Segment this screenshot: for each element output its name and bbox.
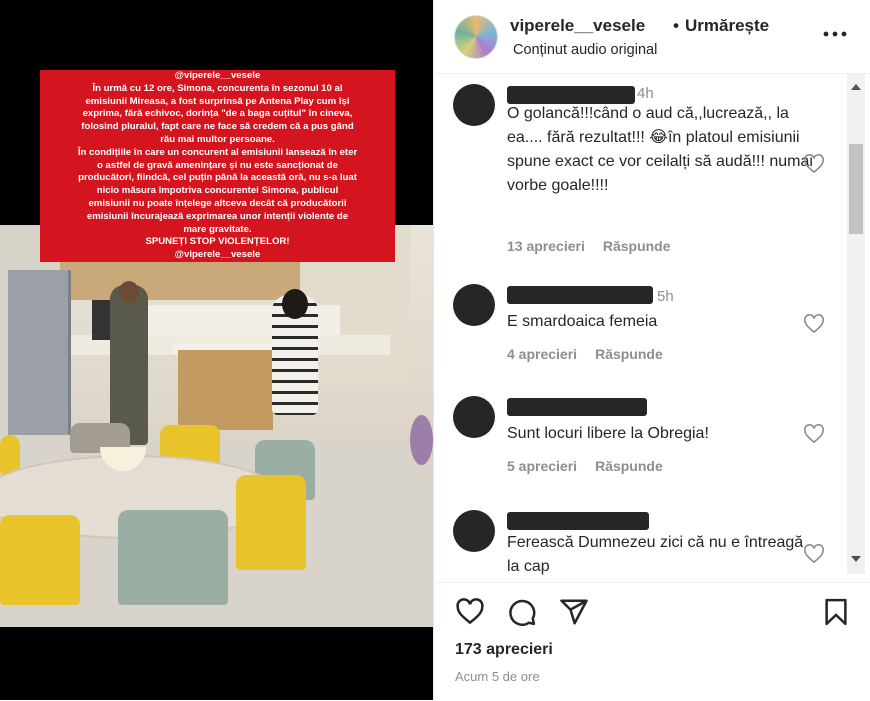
comments-scrollbar[interactable] bbox=[847, 74, 865, 574]
commenter-avatar[interactable] bbox=[453, 284, 495, 326]
post-timestamp[interactable]: Acum 5 de ore bbox=[455, 669, 540, 684]
scroll-down-icon[interactable] bbox=[851, 556, 861, 562]
caption-line: nicio măsura împotriva concurentei Simon… bbox=[94, 185, 341, 197]
caption-line: În condițiile în care un concurent al em… bbox=[75, 146, 360, 158]
likes-count[interactable]: 173 aprecieri bbox=[455, 641, 553, 659]
commenter-name-redacted[interactable] bbox=[507, 398, 647, 416]
author-avatar[interactable] bbox=[454, 15, 498, 59]
commenter-avatar[interactable] bbox=[453, 396, 495, 438]
more-icon[interactable] bbox=[821, 24, 849, 44]
reply-button[interactable]: Răspunde bbox=[595, 346, 663, 362]
like-comment-icon[interactable] bbox=[803, 154, 825, 174]
comment-text: E smardoaica femeia bbox=[507, 313, 658, 330]
reply-button[interactable]: Răspunde bbox=[595, 458, 663, 474]
comment-time: 5h bbox=[657, 288, 674, 305]
comment-likes[interactable]: 4 aprecieri bbox=[507, 346, 577, 362]
caption-line: producători, fiindcă, cel puțin până la … bbox=[76, 172, 359, 184]
post-caption-overlay: @viperele__vesele În urmă cu 12 ore, Sim… bbox=[40, 70, 395, 262]
like-comment-icon[interactable] bbox=[803, 424, 825, 444]
scroll-up-icon[interactable] bbox=[851, 84, 861, 90]
commenter-name-redacted[interactable] bbox=[507, 512, 649, 530]
comment-likes[interactable]: 5 aprecieri bbox=[507, 458, 577, 474]
post-media[interactable]: @viperele__vesele În urmă cu 12 ore, Sim… bbox=[0, 0, 433, 700]
video-frame bbox=[0, 225, 433, 627]
comment-meta: 5 aprecieri Răspunde bbox=[507, 458, 663, 474]
post-header: viperele__vesele • Urmărește Conținut au… bbox=[433, 0, 870, 74]
commenter-name-redacted[interactable] bbox=[507, 286, 653, 304]
share-icon[interactable] bbox=[559, 597, 589, 627]
comment-text: Sunt locuri libere la Obregia! bbox=[507, 425, 709, 442]
comment-text: Ferească Dumnezeu zici că nu e întreagă … bbox=[507, 534, 804, 575]
comment-time: 4h bbox=[637, 85, 654, 102]
audio-label[interactable]: Conținut audio original bbox=[513, 42, 657, 58]
comment-text: O golancă!!!când o aud că,,lucrează,, la… bbox=[507, 105, 813, 194]
comment-likes[interactable]: 13 aprecieri bbox=[507, 238, 585, 254]
comment-icon[interactable] bbox=[507, 597, 537, 627]
caption-line: exprima, fără echivoc, dorința "de a bag… bbox=[80, 108, 355, 120]
caption-line: rău mai multor persoane. bbox=[158, 133, 277, 145]
caption-line: mare gravitate. bbox=[181, 223, 254, 235]
post-actions: 173 aprecieri Acum 5 de ore bbox=[433, 582, 870, 701]
caption-line: SPUNEȚI STOP VIOLENȚELOR! bbox=[143, 236, 292, 248]
caption-line: @viperele__vesele bbox=[172, 70, 263, 81]
caption-line: emisiunii Mireasa, a fost surprinsă pe A… bbox=[83, 95, 352, 107]
caption-line: emisiunii nu poate înțelege altceva decâ… bbox=[86, 197, 349, 209]
caption-line: În urmă cu 12 ore, Simona, concurenta în… bbox=[90, 82, 345, 94]
reply-button[interactable]: Răspunde bbox=[603, 238, 671, 254]
heart-icon[interactable] bbox=[455, 597, 485, 627]
separator-dot: • bbox=[673, 16, 679, 35]
comment-meta: 4 aprecieri Răspunde bbox=[507, 346, 663, 362]
like-comment-icon[interactable] bbox=[803, 314, 825, 334]
comment-meta: 13 aprecieri Răspunde bbox=[507, 238, 671, 254]
post-sidebar: viperele__vesele • Urmărește Conținut au… bbox=[433, 0, 870, 700]
comments-list[interactable]: 4h O golancă!!!când o aud că,,lucrează,,… bbox=[433, 74, 870, 582]
caption-line: folosind pluralul, fapt care ne face să … bbox=[79, 121, 356, 133]
author-username[interactable]: viperele__vesele bbox=[510, 16, 645, 36]
follow-button[interactable]: Urmărește bbox=[685, 16, 769, 36]
commenter-avatar[interactable] bbox=[453, 84, 495, 126]
bookmark-icon[interactable] bbox=[821, 597, 851, 627]
scroll-thumb[interactable] bbox=[849, 144, 863, 234]
commenter-avatar[interactable] bbox=[453, 510, 495, 552]
like-comment-icon[interactable] bbox=[803, 544, 825, 564]
caption-line: o astfel de gravă amenințare și nu este … bbox=[95, 159, 340, 171]
caption-line: @viperele__vesele bbox=[172, 249, 263, 261]
caption-line: emisiunii încurajează exprimarea unor in… bbox=[84, 210, 351, 222]
